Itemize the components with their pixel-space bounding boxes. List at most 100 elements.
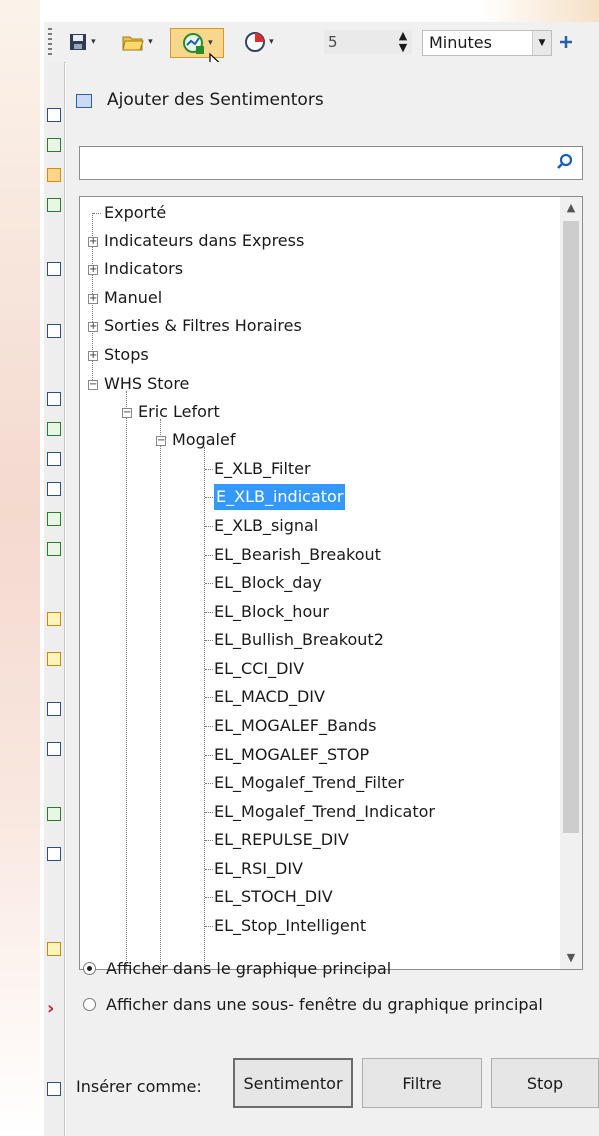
tree-item-selected[interactable]: E_XLB_indicator bbox=[214, 484, 346, 510]
tree-line bbox=[205, 926, 213, 927]
drawing-tool-icon[interactable] bbox=[47, 652, 61, 666]
drawing-tool-icon[interactable] bbox=[47, 422, 61, 436]
tree-item[interactable]: EL_Bearish_Breakout bbox=[214, 542, 381, 568]
tree-line bbox=[205, 640, 213, 641]
more-tools-icon[interactable] bbox=[558, 34, 574, 50]
tree-line bbox=[205, 469, 213, 470]
tree-item[interactable]: EL_STOCH_DIV bbox=[214, 884, 333, 910]
tree-line bbox=[205, 897, 213, 898]
collapse-minus-icon[interactable]: − bbox=[88, 380, 98, 390]
tree-item[interactable]: EL_Bullish_Breakout2 bbox=[214, 627, 384, 653]
tree-node-indicators[interactable]: Indicators bbox=[104, 256, 183, 282]
insert-as-label: Insérer comme: bbox=[76, 1077, 202, 1096]
drawing-tool-icon[interactable] bbox=[47, 482, 61, 496]
tree-line bbox=[205, 669, 213, 670]
option-sub-window[interactable]: Afficher dans une sous- fenêtre du graph… bbox=[83, 995, 543, 1014]
drawing-tool-icon[interactable] bbox=[47, 198, 61, 212]
expand-plus-icon[interactable]: + bbox=[88, 322, 98, 332]
tree-line bbox=[126, 391, 127, 969]
panel-title: Ajouter des Sentimentors bbox=[81, 90, 324, 110]
collapse-minus-icon[interactable]: − bbox=[122, 408, 132, 418]
drawing-tool-icon[interactable] bbox=[47, 742, 61, 756]
tree-line bbox=[205, 840, 213, 841]
tree-node-manuel[interactable]: Manuel bbox=[104, 285, 162, 311]
drawing-tool-icon[interactable] bbox=[47, 108, 61, 122]
vertical-toolbar: › bbox=[44, 62, 65, 1136]
chevron-down-icon: ▾ bbox=[145, 37, 153, 47]
tree-item[interactable]: EL_Stop_Intelligent bbox=[214, 913, 366, 939]
save-button[interactable]: ▾ bbox=[60, 28, 104, 56]
tree-item[interactable]: E_XLB_Filter bbox=[214, 456, 311, 482]
arrow-icon[interactable]: › bbox=[47, 1000, 61, 1018]
sentimentor-button[interactable]: Sentimentor bbox=[233, 1058, 353, 1108]
collapse-minus-icon[interactable]: − bbox=[156, 436, 166, 446]
drawing-tool-icon[interactable] bbox=[47, 168, 61, 182]
tree-item[interactable]: EL_CCI_DIV bbox=[214, 656, 304, 682]
option-main-chart[interactable]: Afficher dans le graphique principal bbox=[83, 959, 391, 978]
drawing-tool-icon[interactable] bbox=[47, 702, 61, 716]
scroll-up-icon[interactable]: ▲ bbox=[560, 197, 582, 219]
toolbar-grip[interactable] bbox=[48, 28, 52, 56]
radio-unselected-icon[interactable] bbox=[83, 998, 96, 1011]
tree-line bbox=[205, 755, 213, 756]
tree-node-stops[interactable]: Stops bbox=[104, 342, 149, 368]
tree-node-whs-store[interactable]: WHS Store bbox=[104, 371, 189, 397]
expand-plus-icon[interactable]: + bbox=[88, 237, 98, 247]
scroll-down-icon[interactable]: ▼ bbox=[560, 947, 582, 969]
chevron-down-icon: ▾ bbox=[205, 38, 213, 48]
interval-button[interactable]: ▾ bbox=[234, 28, 284, 56]
drawing-tool-icon[interactable] bbox=[47, 612, 61, 626]
tree-node-sorties-filtres[interactable]: Sorties & Filtres Horaires bbox=[104, 313, 302, 339]
tree-line bbox=[205, 497, 213, 498]
option-sub-window-label: Afficher dans une sous- fenêtre du graph… bbox=[106, 995, 543, 1014]
drawing-tool-icon[interactable] bbox=[47, 392, 61, 406]
filtre-button[interactable]: Filtre bbox=[362, 1058, 482, 1108]
option-main-chart-label: Afficher dans le graphique principal bbox=[106, 959, 392, 978]
radio-selected-icon[interactable] bbox=[83, 962, 96, 975]
tree-node-indicateurs-express[interactable]: Indicateurs dans Express bbox=[104, 228, 304, 254]
drawing-tool-icon[interactable] bbox=[47, 324, 61, 338]
stop-button[interactable]: Stop bbox=[491, 1058, 599, 1108]
interval-spinner[interactable]: ▲ ▼ bbox=[394, 30, 412, 54]
tree-item[interactable]: EL_Mogalef_Trend_Filter bbox=[214, 770, 404, 796]
interval-unit-select[interactable]: Minutes ▼ bbox=[422, 30, 552, 56]
chevron-down-icon: ▾ bbox=[88, 37, 96, 47]
sentimentor-panel: Ajouter des Sentimentors Exporté + Indic… bbox=[66, 62, 599, 1136]
tree-item[interactable]: EL_REPULSE_DIV bbox=[214, 827, 349, 853]
tree-item[interactable]: EL_Block_day bbox=[214, 570, 322, 596]
tree-node-eric-lefort[interactable]: Eric Lefort bbox=[138, 399, 220, 425]
search-input[interactable] bbox=[79, 146, 583, 180]
tree-line bbox=[205, 812, 213, 813]
tree-node-exporte[interactable]: Exporté bbox=[104, 200, 166, 226]
open-button[interactable]: ▾ bbox=[112, 28, 162, 56]
scroll-thumb[interactable] bbox=[563, 221, 579, 833]
tree-item[interactable]: E_XLB_signal bbox=[214, 513, 318, 539]
tree-line bbox=[205, 783, 213, 784]
drawing-tool-icon[interactable] bbox=[47, 942, 61, 956]
drawing-tool-icon[interactable] bbox=[47, 512, 61, 526]
desktop-background bbox=[0, 0, 40, 1136]
interval-unit-value: Minutes bbox=[429, 33, 492, 52]
expand-plus-icon[interactable]: + bbox=[88, 265, 98, 275]
tree-item[interactable]: EL_RSI_DIV bbox=[214, 856, 303, 882]
drawing-tool-icon[interactable] bbox=[47, 1082, 61, 1096]
tree-item[interactable]: EL_Block_hour bbox=[214, 599, 329, 625]
search-icon[interactable] bbox=[556, 153, 574, 171]
tree-item[interactable]: EL_MOGALEF_STOP bbox=[214, 742, 369, 768]
drawing-tool-icon[interactable] bbox=[47, 542, 61, 556]
drawing-tool-icon[interactable] bbox=[47, 262, 61, 276]
add-indicator-icon bbox=[183, 33, 205, 54]
drawing-tool-icon[interactable] bbox=[47, 452, 61, 466]
tree-line bbox=[205, 555, 213, 556]
drawing-tool-icon[interactable] bbox=[47, 138, 61, 152]
tree-item[interactable]: EL_MOGALEF_Bands bbox=[214, 713, 376, 739]
tree-line bbox=[205, 726, 213, 727]
drawing-tool-icon[interactable] bbox=[47, 807, 61, 821]
drawing-tool-icon[interactable] bbox=[47, 847, 61, 861]
expand-plus-icon[interactable]: + bbox=[88, 351, 98, 361]
top-toolbar: ▾ ▾ ▾ ▾ 5 ▲ ▼ Minutes ▼ bbox=[44, 22, 599, 79]
tree-item[interactable]: EL_Mogalef_Trend_Indicator bbox=[214, 799, 435, 825]
expand-plus-icon[interactable]: + bbox=[88, 294, 98, 304]
tree-item[interactable]: EL_MACD_DIV bbox=[214, 684, 325, 710]
tree-scrollbar[interactable]: ▲ ▼ bbox=[560, 197, 582, 969]
